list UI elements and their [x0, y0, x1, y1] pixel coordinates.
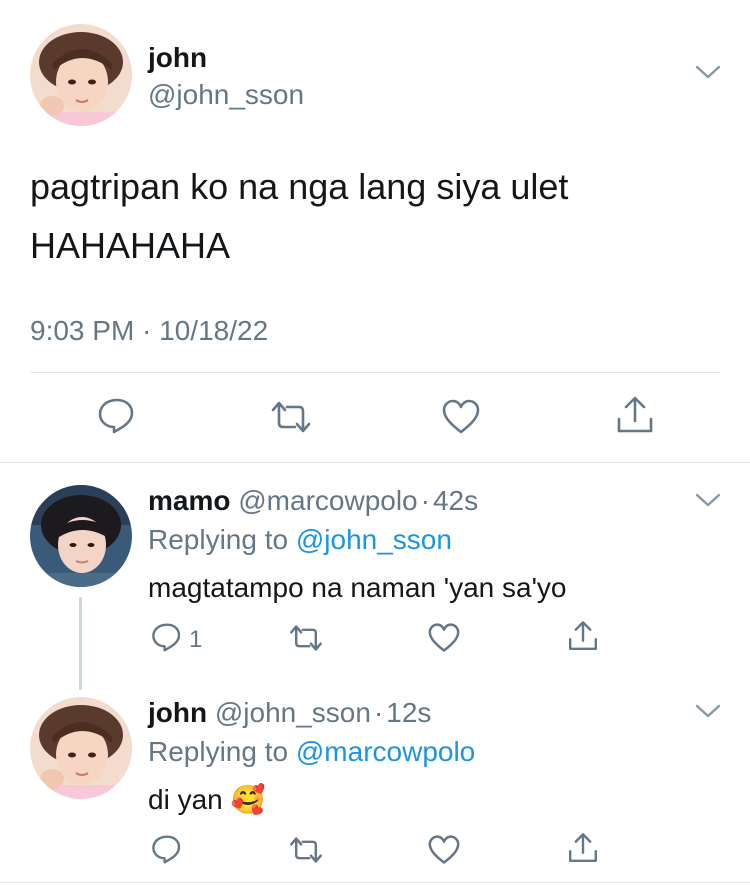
- author-name[interactable]: john: [148, 697, 207, 728]
- separator: ·: [420, 485, 430, 516]
- chevron-down-icon[interactable]: [695, 492, 721, 513]
- reply-header: mamo @marcowpolo · 42s: [148, 485, 478, 517]
- retweet-icon[interactable]: [288, 623, 324, 658]
- thread-line: [79, 597, 82, 690]
- divider: [30, 372, 720, 373]
- author-handle[interactable]: @marcowpolo: [238, 485, 417, 516]
- tweet-age[interactable]: 12s: [386, 697, 431, 728]
- avatar[interactable]: [30, 697, 132, 799]
- author-handle[interactable]: @john_sson: [215, 697, 371, 728]
- section-divider: [0, 462, 750, 463]
- replying-to-link[interactable]: @marcowpolo: [296, 736, 475, 767]
- author-handle[interactable]: @john_sson: [148, 79, 304, 111]
- retweet-icon[interactable]: [288, 835, 324, 870]
- reply-icon[interactable]: [151, 622, 183, 658]
- heart-icon[interactable]: [428, 623, 460, 658]
- avatar[interactable]: [30, 485, 132, 587]
- reply-icon[interactable]: [151, 834, 183, 870]
- chevron-down-icon[interactable]: [695, 703, 721, 724]
- replying-prefix: Replying to: [148, 736, 289, 767]
- tweet-timestamp[interactable]: 9:03 PM · 10/18/22: [30, 315, 268, 347]
- reply-text-body: di yan: [148, 784, 223, 815]
- avatar[interactable]: [30, 24, 132, 126]
- reply-header: john @john_sson · 12s: [148, 697, 431, 729]
- replying-to: Replying to @marcowpolo: [148, 736, 475, 768]
- reply-text: magtatampo na naman 'yan sa'yo: [148, 572, 567, 603]
- retweet-icon[interactable]: [269, 399, 313, 440]
- reply-icon[interactable]: [97, 397, 137, 440]
- heart-icon[interactable]: [428, 835, 460, 870]
- share-icon[interactable]: [567, 620, 599, 657]
- reply-count: 1: [189, 626, 203, 653]
- replying-to: Replying to @john_sson: [148, 524, 452, 556]
- tweet-age[interactable]: 42s: [433, 485, 478, 516]
- reply-text: di yan 🥰: [148, 783, 265, 816]
- replying-to-link[interactable]: @john_sson: [296, 524, 452, 555]
- bottom-divider: [0, 882, 750, 883]
- replying-prefix: Replying to: [148, 524, 289, 555]
- heart-icon[interactable]: [442, 399, 480, 440]
- author-name[interactable]: mamo: [148, 485, 230, 516]
- author-name[interactable]: john: [148, 42, 207, 74]
- smiling-face-with-hearts-emoji: 🥰: [230, 784, 266, 815]
- tweet-text-line-2: HAHAHAHA: [30, 225, 231, 266]
- share-icon[interactable]: [615, 395, 655, 440]
- tweet-text-line-1: pagtripan ko na nga lang siya ulet: [30, 166, 569, 207]
- share-icon[interactable]: [567, 832, 599, 869]
- separator: ·: [373, 697, 384, 728]
- chevron-down-icon[interactable]: [695, 64, 721, 85]
